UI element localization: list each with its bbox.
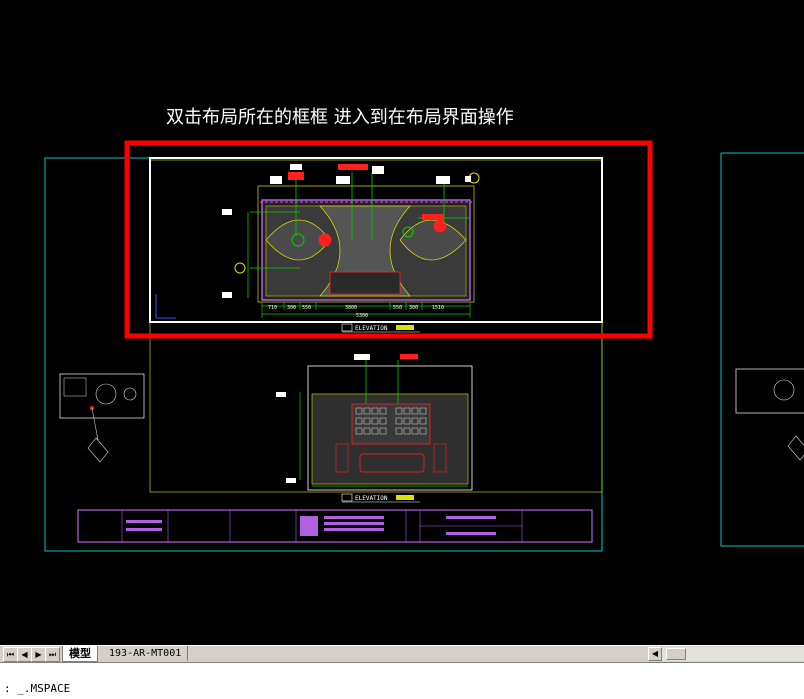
cad-drawing: 710 300 550 3800 550 300 1510 5300 ELEVA… [44, 140, 804, 552]
dim-right-1: 550 [393, 305, 402, 311]
dim-center: 3800 [345, 305, 357, 311]
dim-left-1: 710 [268, 305, 277, 311]
command-prompt: : [4, 682, 11, 695]
dim-right-3: 1510 [432, 305, 444, 311]
scroll-left-icon[interactable]: ◀ [648, 647, 662, 661]
sheet-border-right [720, 152, 804, 547]
dim-right-2: 300 [409, 305, 418, 311]
command-text: : _.MSPACE [4, 682, 70, 695]
annotation-text: 双击布局所在的框框 进入到在布局界面操作 [166, 107, 514, 128]
first-tab-button[interactable]: ⏮ [3, 647, 18, 662]
command-line[interactable]: : _.MSPACE [0, 662, 804, 699]
title-block [77, 509, 593, 543]
elevation-label-2: ELEVATION [355, 495, 388, 502]
key-plan-left [59, 373, 145, 463]
tab-layout-193-ar-mt001[interactable]: 193-AR-MT001 [103, 646, 189, 661]
scroll-thumb[interactable] [666, 648, 686, 660]
elevation-label-1: ELEVATION [355, 325, 388, 332]
command-value: _.MSPACE [17, 682, 71, 695]
next-tab-button[interactable]: ▶ [31, 647, 46, 662]
horizontal-scrollbar[interactable]: ◀ [648, 647, 804, 661]
drawing-canvas[interactable]: 710 300 550 3800 550 300 1510 5300 ELEVA… [0, 0, 804, 645]
layout-tab-bar: ⏮ ◀ ▶ ⏭ 模型 193-AR-MT001 ◀ [0, 645, 804, 662]
last-tab-button[interactable]: ⏭ [45, 647, 60, 662]
elevation-title-2: ELEVATION [341, 493, 420, 503]
elevation-title-1: ELEVATION [341, 323, 420, 333]
prev-tab-button[interactable]: ◀ [17, 647, 32, 662]
dim-total: 5300 [356, 313, 368, 319]
tab-model[interactable]: 模型 [62, 646, 98, 662]
elevation-drawing-2 [276, 354, 473, 491]
dim-left-3: 550 [302, 305, 311, 311]
elevation-drawing-1: 710 300 550 3800 550 300 1510 5300 [155, 164, 480, 319]
key-plan-right [735, 368, 804, 461]
dim-left-2: 300 [287, 305, 296, 311]
